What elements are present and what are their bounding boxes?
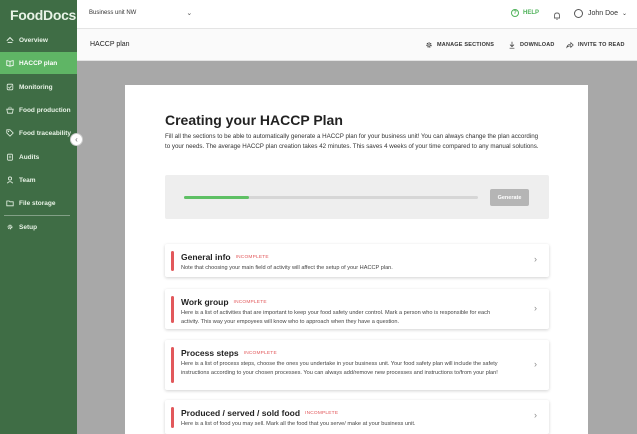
progress-fill: [184, 196, 249, 199]
section-description: Here is a list of activities that are im…: [181, 310, 491, 325]
sidebar-item-file-storage[interactable]: File storage: [0, 192, 77, 214]
folder-icon: [5, 198, 15, 208]
download-button[interactable]: DOWNLOAD: [508, 41, 555, 49]
avatar-icon: [574, 9, 583, 18]
haccp-panel: Creating your HACCP Plan Fill all the se…: [125, 85, 588, 434]
sidebar-item-label: Setup: [19, 223, 38, 231]
sidebar-item-audits[interactable]: Audits: [0, 146, 77, 168]
sidebar-item-food-production[interactable]: Food production: [0, 99, 77, 121]
sidebar-item-label: File storage: [19, 199, 56, 207]
section-title: Produced / served / sold food: [181, 408, 301, 418]
status-badge: INCOMPLETE: [235, 254, 269, 260]
chevron-right-icon: ›: [534, 410, 537, 420]
business-unit-label: Business unit NW: [89, 10, 137, 16]
invite-to-read-button[interactable]: INVITE TO READ: [566, 41, 625, 49]
clipboard-icon: [5, 152, 15, 162]
sidebar-item-haccp-plan[interactable]: HACCP plan: [0, 52, 77, 74]
page-header: HACCP plan MANAGE SECTIONS DOWNLOAD INVI…: [77, 29, 637, 61]
section-card-produced-served-sold-food[interactable]: Produced / served / sold food INCOMPLETE…: [165, 400, 549, 434]
bell-icon[interactable]: [552, 8, 562, 20]
sidebar-item-label: Audits: [19, 153, 40, 161]
generate-button[interactable]: Generate: [490, 189, 529, 206]
sidebar-item-food-traceability[interactable]: Food traceability: [0, 122, 77, 144]
status-badge: INCOMPLETE: [233, 299, 267, 305]
book-icon: [5, 58, 15, 68]
sidebar-item-label: Overview: [19, 36, 48, 44]
section-card-process-steps[interactable]: Process steps INCOMPLETE Here is a list …: [165, 340, 549, 390]
sidebar-item-label: Team: [19, 176, 36, 184]
status-indicator: [171, 347, 174, 383]
sidebar-item-label: Food production: [19, 106, 71, 114]
manage-sections-button[interactable]: MANAGE SECTIONS: [425, 41, 494, 49]
section-card-general-info[interactable]: General info INCOMPLETE Note that choosi…: [165, 244, 549, 277]
sidebar-item-label: HACCP plan: [19, 59, 58, 67]
sidebar-item-label: Monitoring: [19, 83, 53, 91]
section-title-row: Produced / served / sold food INCOMPLETE: [181, 408, 338, 418]
sidebar-item-setup[interactable]: Setup: [0, 216, 77, 238]
gear-icon: [426, 42, 432, 48]
fooddocs-logo[interactable]: FoodDocs: [10, 7, 76, 23]
section-card-work-group[interactable]: Work group INCOMPLETE Here is a list of …: [165, 289, 549, 329]
user-icon: [5, 175, 15, 185]
monitoring-icon: [5, 82, 15, 92]
sidebar: FoodDocs Overview HACCP plan Monitoring …: [0, 0, 77, 434]
help-button[interactable]: ? HELP: [511, 9, 539, 17]
status-indicator: [171, 296, 174, 323]
panel-heading: Creating your HACCP Plan: [165, 112, 343, 128]
status-badge: INCOMPLETE: [243, 350, 277, 356]
chevron-right-icon: ›: [534, 254, 537, 264]
progress-box: Generate: [165, 175, 549, 219]
download-icon: [509, 41, 515, 49]
section-description: Here is a list of process steps, choose …: [181, 361, 498, 376]
section-description: Here is a list of food you may sell. Mar…: [181, 421, 416, 427]
chevron-down-icon: ⌄: [186, 10, 193, 17]
status-indicator: [171, 251, 174, 271]
section-title: Work group: [181, 297, 229, 307]
gear-icon: [5, 222, 15, 232]
share-icon: [566, 41, 574, 49]
chevron-right-icon: ›: [534, 359, 537, 369]
section-title-row: Work group INCOMPLETE: [181, 297, 267, 307]
topbar: Business unit NW ⌄ ? HELP John Doe ⌄: [77, 0, 637, 29]
progress-bar: [184, 196, 478, 199]
user-menu[interactable]: John Doe ⌄: [574, 9, 627, 18]
section-title-row: General info INCOMPLETE: [181, 252, 269, 262]
sidebar-item-monitoring[interactable]: Monitoring: [0, 76, 77, 98]
sidebar-item-label: Food traceability: [19, 129, 72, 137]
tag-icon: [5, 128, 15, 138]
sidebar-item-team[interactable]: Team: [0, 169, 77, 191]
main-area: Creating your HACCP Plan Fill all the se…: [77, 61, 637, 434]
sidebar-item-overview[interactable]: Overview: [0, 29, 77, 51]
page-title: HACCP plan: [90, 41, 130, 48]
intro-text: Fill all the sections to be able to auto…: [165, 133, 539, 150]
chevron-down-icon: ⌄: [621, 11, 627, 17]
manage-sections-label: MANAGE SECTIONS: [437, 42, 495, 48]
status-badge: INCOMPLETE: [305, 410, 339, 416]
help-icon: ?: [511, 9, 519, 17]
download-label: DOWNLOAD: [520, 42, 555, 48]
section-title: General info: [181, 252, 231, 262]
invite-label: INVITE TO READ: [578, 42, 625, 48]
food-production-icon: [5, 105, 15, 115]
section-description: Note that choosing your main field of ac…: [181, 265, 393, 271]
section-title-row: Process steps INCOMPLETE: [181, 348, 277, 358]
section-title: Process steps: [181, 348, 239, 358]
help-label: HELP: [523, 10, 540, 16]
overview-icon: [5, 35, 15, 45]
status-indicator: [171, 407, 174, 428]
collapse-sidebar-button[interactable]: ‹: [70, 133, 83, 146]
user-name: John Doe: [588, 10, 618, 17]
chevron-right-icon: ›: [534, 303, 537, 313]
business-unit-select[interactable]: Business unit NW ⌄: [89, 9, 192, 17]
